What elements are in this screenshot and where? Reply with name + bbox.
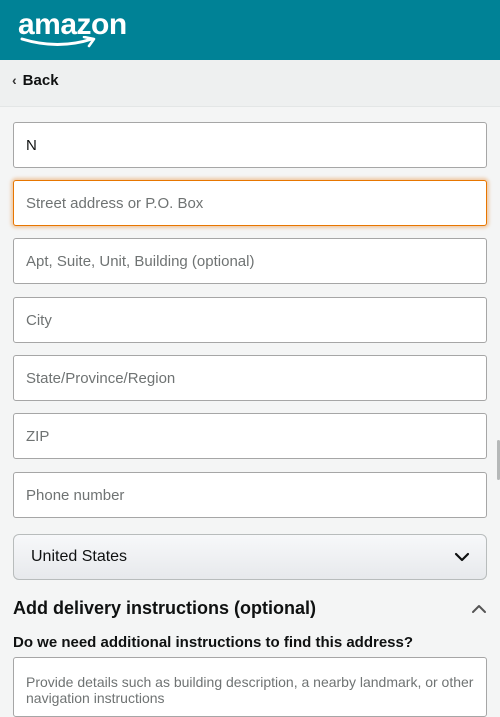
instructions-textarea[interactable]: [13, 657, 487, 717]
chevron-down-icon: [454, 552, 470, 562]
country-selected-value: United States: [31, 548, 128, 565]
full-name-input[interactable]: [13, 122, 487, 168]
delivery-instructions-title: Add delivery instructions (optional): [13, 598, 317, 618]
back-button[interactable]: ‹ Back: [12, 71, 59, 90]
address-instructions-question: Do we need additional instructions to fi…: [13, 634, 414, 651]
back-label: Back: [22, 72, 59, 89]
back-bar: ‹ Back: [0, 60, 500, 107]
apt-suite-input[interactable]: [13, 238, 487, 284]
zip-input[interactable]: [13, 413, 487, 459]
amazon-smile-icon: [20, 36, 96, 48]
chevron-left-icon: ‹: [12, 71, 17, 88]
street-address-input[interactable]: [13, 180, 487, 226]
header-bar: amazon: [0, 0, 500, 60]
state-region-input[interactable]: [13, 355, 487, 401]
phone-number-input[interactable]: [13, 472, 487, 518]
delivery-instructions-toggle[interactable]: Add delivery instructions (optional): [13, 598, 487, 619]
country-select[interactable]: United States: [13, 534, 487, 580]
chevron-up-icon: [472, 604, 486, 613]
city-input[interactable]: [13, 297, 487, 343]
